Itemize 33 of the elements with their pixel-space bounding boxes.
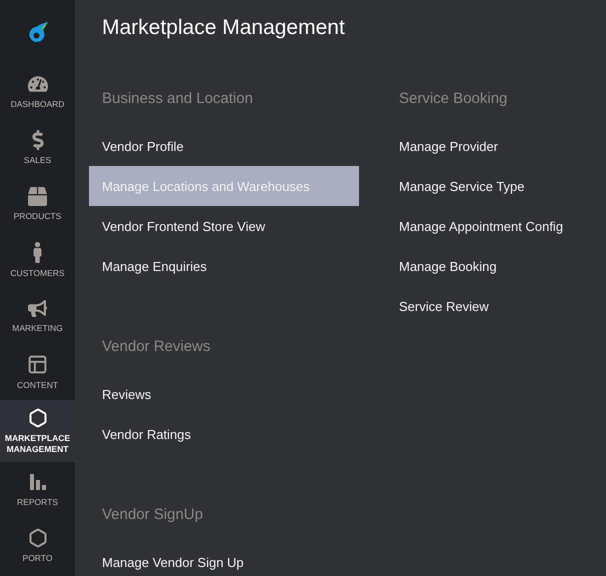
nav-item[interactable]: PORTO: [0, 518, 75, 574]
logo-icon[interactable]: [26, 19, 48, 45]
page-title: Marketplace Management: [102, 15, 346, 41]
menu-link[interactable]: Manage Booking: [386, 246, 606, 286]
megaphone-icon: [28, 298, 47, 318]
nav-item[interactable]: PRODUCTS: [0, 176, 75, 232]
nav-item[interactable]: REPORTS: [0, 462, 75, 518]
hexagon-icon: [28, 528, 48, 548]
nav-item[interactable]: CUSTOMERS: [0, 232, 75, 288]
nav-item[interactable]: DASHBOARD: [0, 64, 75, 120]
menu-link[interactable]: Service Review: [386, 286, 606, 326]
menu-link[interactable]: Manage Provider: [386, 126, 606, 166]
menu-link[interactable]: Reviews: [89, 374, 359, 414]
menu-link[interactable]: Manage Enquiries: [89, 246, 359, 286]
nav-item[interactable]: MARKETING: [0, 288, 75, 344]
box-icon: [28, 186, 47, 206]
gauge-icon: [28, 74, 48, 94]
bar-chart-icon: [28, 472, 48, 492]
section-heading: Vendor Reviews: [102, 337, 212, 357]
menu-link[interactable]: Manage Service Type: [386, 166, 606, 206]
nav-item[interactable]: SALES: [0, 120, 75, 176]
section-heading: Vendor SignUp: [102, 505, 204, 525]
nav-item[interactable]: CONTENT: [0, 344, 75, 400]
section-heading: Service Booking: [399, 89, 508, 109]
menu-link[interactable]: Manage Vendor Sign Up: [89, 542, 359, 576]
nav-item[interactable]: MARKETPLACE MANAGEMENT: [0, 400, 75, 462]
hexagon-icon: [28, 408, 48, 428]
layout-icon: [27, 354, 48, 374]
section-heading: Business and Location: [102, 89, 254, 109]
menu-link[interactable]: Vendor Frontend Store View: [89, 206, 359, 246]
menu-link[interactable]: Vendor Profile: [89, 126, 359, 166]
menu-link[interactable]: Vendor Ratings: [89, 414, 359, 454]
menu-link[interactable]: Manage Appointment Config: [386, 206, 606, 246]
